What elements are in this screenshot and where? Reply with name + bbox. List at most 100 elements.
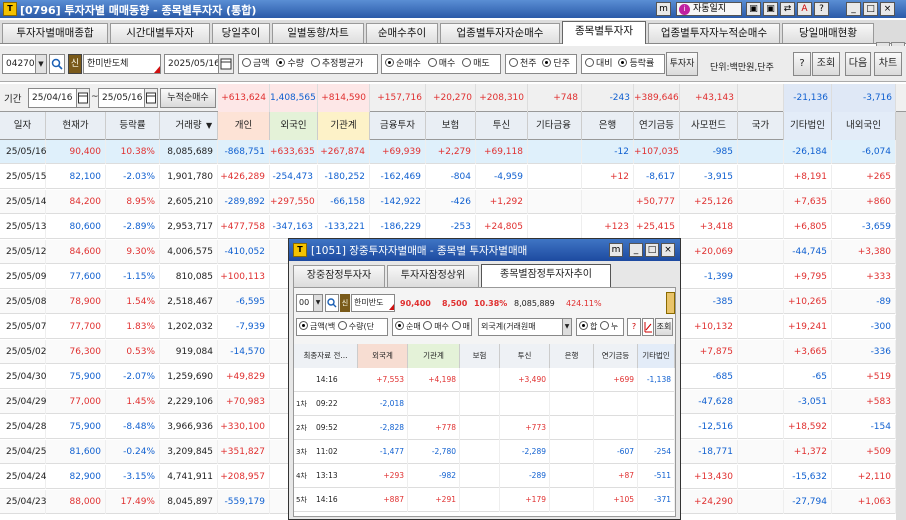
tab-stock-investor[interactable]: 종목별투자자 <box>562 21 646 44</box>
popup-cap-radio-group[interactable]: 합 누 <box>576 318 624 336</box>
popup-table-row[interactable]: 3차 11:02 -1,477 -2,780 -2,289 -607 -254 <box>294 440 675 464</box>
calendar-icon[interactable] <box>218 54 234 74</box>
popup-side-handle-icon[interactable] <box>666 292 675 314</box>
column-header[interactable]: 보험 <box>426 112 476 140</box>
popup-foreign-dropdown-icon[interactable]: ▼ <box>562 318 572 336</box>
to-calendar-icon[interactable] <box>144 88 158 108</box>
investor-button[interactable]: 투자자 <box>666 52 698 76</box>
link-button[interactable]: ⇄ <box>780 2 795 16</box>
from-calendar-icon[interactable] <box>76 88 90 108</box>
popup-column-header[interactable]: 보험 <box>460 344 500 368</box>
popup-radio-accum[interactable] <box>599 321 609 330</box>
screen-button[interactable]: ▣ <box>746 2 761 16</box>
popup-radio-qty[interactable] <box>337 321 347 330</box>
code-dropdown-icon[interactable]: ▼ <box>35 54 47 74</box>
popup-code-input[interactable]: 00 <box>296 294 314 312</box>
column-header[interactable]: 기타금융 <box>526 112 582 140</box>
popup-close-button[interactable]: × <box>661 243 675 257</box>
radio-diff[interactable] <box>585 58 594 67</box>
popup-amt-radio-group[interactable]: 금액(백 수량(단 <box>296 318 388 336</box>
popup-column-header[interactable]: 외국계 <box>358 344 408 368</box>
popup-column-header[interactable]: 기타법인 <box>638 344 675 368</box>
popup-table-row[interactable]: 2차 09:52 -2,828 +778 +773 <box>294 416 675 440</box>
popup-tab-trend[interactable]: 종목별잠정투자자추이 <box>481 264 611 288</box>
m-button[interactable]: m <box>656 2 671 16</box>
unit-radio-group[interactable]: 천주 단주 <box>505 54 577 74</box>
popup-table-row[interactable]: 4차 13:13 +293 -982 -289 +87 -511 <box>294 464 675 488</box>
radio-single[interactable] <box>542 58 552 67</box>
close-button[interactable]: × <box>880 2 895 16</box>
popup-radio-amt[interactable] <box>299 321 308 330</box>
popup-query-button[interactable]: 조회 <box>655 318 673 336</box>
popup-minimize-button[interactable]: _ <box>629 243 643 257</box>
chart-button[interactable]: 차트 <box>874 52 902 76</box>
next-button[interactable]: 다음 <box>845 52 871 76</box>
column-header[interactable]: 투신 <box>476 112 528 140</box>
popup-radio-net[interactable] <box>395 321 404 330</box>
help-q-button[interactable]: ? <box>793 52 811 76</box>
table-row[interactable]: 25/05/16 90,400 10.38% 8,085,689 -868,751 +63… <box>0 140 906 164</box>
table-scrollbar[interactable] <box>896 112 906 520</box>
popup-radio-sell[interactable] <box>451 321 461 330</box>
cmp-radio-group[interactable]: 대비 등락률 <box>581 54 665 74</box>
tab-sector-accum[interactable]: 업종별투자자누적순매수 <box>648 23 780 43</box>
popup-column-header[interactable]: 투신 <box>500 344 550 368</box>
popup-tab-interim[interactable]: 장중잠정투자자 <box>293 265 385 287</box>
popup-help-icon[interactable]: ? <box>627 318 641 336</box>
popup-column-header[interactable]: 은행 <box>550 344 594 368</box>
popup-title-bar[interactable]: T [1051] 장중투자자별매매 - 종목별 투자자별매매 m _ □ × <box>289 239 680 261</box>
popup-table-row[interactable]: 14:16 +7,553 +4,198 +3,490 +699 -1,138 <box>294 368 675 392</box>
table-row[interactable]: 25/05/15 82,100 -2.03% 1,901,780 +426,289 -25… <box>0 165 906 189</box>
popup-column-header[interactable]: 기관계 <box>408 344 460 368</box>
radio-netbuy[interactable] <box>385 58 394 67</box>
radio-amount[interactable] <box>242 58 251 67</box>
popup-tab-top[interactable]: 투자자잠정상위 <box>387 265 479 287</box>
tab-daily-trend[interactable]: 당일추이 <box>212 23 270 43</box>
column-header[interactable]: 연기금등 <box>634 112 680 140</box>
popup-search-icon[interactable] <box>325 294 339 312</box>
column-header[interactable]: 기관계 <box>318 112 370 140</box>
popup-table[interactable]: 14:16 +7,553 +4,198 +3,490 +699 -1,138 1차 09:22… <box>294 368 675 516</box>
date-input[interactable]: 2025/05/16 <box>164 54 220 74</box>
radio-rate[interactable] <box>618 58 628 67</box>
popup-radio-buy[interactable] <box>423 321 433 330</box>
popup-table-row[interactable]: 1차 09:22 -2,018 <box>294 392 675 416</box>
from-date-input[interactable]: 25/04/16 <box>28 88 78 108</box>
query-button[interactable]: 조회 <box>812 52 840 76</box>
column-header[interactable]: 개인 <box>218 112 270 140</box>
popup-foreign-select[interactable]: 외국계(거래원매 <box>478 318 564 336</box>
tab-daily-chart[interactable]: 일별동향/차트 <box>272 23 364 43</box>
popup-code-dropdown-icon[interactable]: ▼ <box>313 294 323 312</box>
maximize-button[interactable]: □ <box>863 2 878 16</box>
popup-buy-radio-group[interactable]: 순매 매수 매 <box>392 318 472 336</box>
table-row[interactable]: 25/05/13 80,600 -2.89% 2,953,717 +477,758 -34… <box>0 215 906 239</box>
radio-thousand[interactable] <box>509 58 518 67</box>
table-row[interactable]: 25/05/14 84,200 8.95% 2,605,210 -289,892 +297… <box>0 190 906 214</box>
column-header[interactable]: 국가 <box>738 112 784 140</box>
column-header[interactable]: 일자 <box>0 112 46 140</box>
tab-time-investor[interactable]: 시간대별투자자 <box>110 23 210 43</box>
column-header[interactable]: 현재가 <box>46 112 106 140</box>
tab-netbuy-trend[interactable]: 순매수추이 <box>366 23 438 43</box>
font-button[interactable]: A <box>797 2 812 16</box>
screen2-button[interactable]: ▣ <box>763 2 778 16</box>
column-header[interactable]: 등락률 <box>106 112 160 140</box>
radio-buy[interactable] <box>427 58 437 67</box>
popup-radio-sum[interactable] <box>579 321 588 330</box>
tab-daily-trade[interactable]: 당일매매현황 <box>782 23 874 43</box>
radio-qty[interactable] <box>276 58 286 67</box>
accum-netbuy-button[interactable]: 누적순매수 <box>160 88 216 108</box>
amount-radio-group[interactable]: 금액 수량 추정평균가 <box>238 54 378 74</box>
popup-chart-icon[interactable] <box>642 318 654 336</box>
popup-table-row[interactable]: 5차 14:16 +887 +291 +179 +105 -371 <box>294 488 675 512</box>
tab-sector-netbuy[interactable]: 업종별투자자순매수 <box>440 23 560 43</box>
popup-m-button[interactable]: m <box>609 243 623 257</box>
auto-journal-button[interactable]: i 자동일지 <box>676 2 742 16</box>
column-header[interactable]: 기타법인 <box>784 112 832 140</box>
sort-arrow-icon[interactable]: ▼ <box>206 121 212 130</box>
column-header[interactable]: 금융투자 <box>370 112 426 140</box>
column-header[interactable]: 은행 <box>582 112 634 140</box>
stock-code-input[interactable]: 042700 <box>2 54 36 74</box>
minimize-button[interactable]: _ <box>846 2 861 16</box>
popup-column-header[interactable]: 최종자료 전... <box>294 344 358 368</box>
